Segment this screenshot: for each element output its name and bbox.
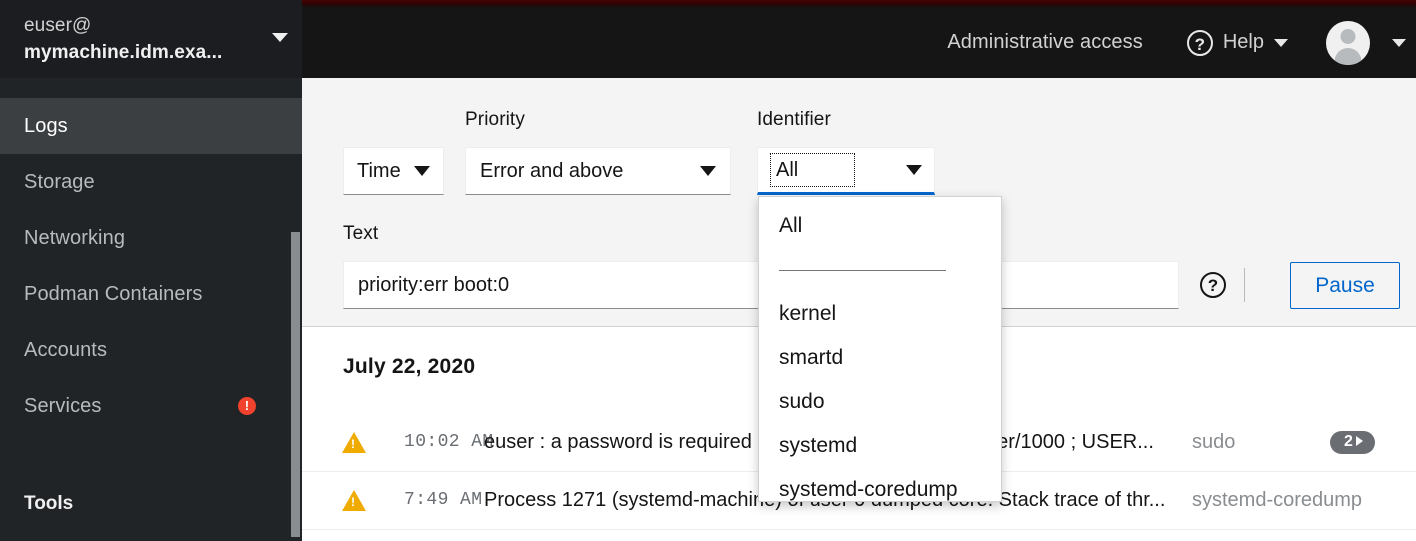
cockpit-app: euser@ mymachine.idm.exa... Overview Log… [0,0,1416,541]
pause-button[interactable]: Pause [1290,262,1400,309]
sidebar-item-label: Storage [24,170,95,193]
identifier-select-value: All [770,153,856,187]
identifier-select[interactable]: All [757,147,935,195]
menu-divider [779,270,946,271]
caret-down-icon [414,166,430,176]
identifier-option-systemd-coredump[interactable]: systemd-coredump [759,468,1001,501]
log-identifier: systemd-coredump [1192,488,1363,511]
help-label: Help [1222,31,1264,53]
user-menu-chevron-down-icon[interactable] [1392,38,1406,47]
user-avatar-icon[interactable] [1326,20,1370,65]
administrative-access-button[interactable]: Administrative access [947,31,1143,54]
sidebar-item-label: Networking [24,226,126,249]
sidebar-item-label: Accounts [24,338,108,361]
priority-field-label: Priority [465,109,525,130]
identifier-option-all[interactable]: All [759,204,1001,248]
log-time: 10:02 AM [404,432,494,452]
log-time: 7:49 AM [404,490,483,510]
warning-triangle-icon [342,431,366,453]
time-select[interactable]: Time [343,147,444,195]
sidebar-nav: Overview Logs Storage Networking Podman … [0,60,302,541]
sidebar-item-networking[interactable]: Networking [0,210,302,266]
sidebar-item-services[interactable]: Services ! [0,378,302,434]
log-date-heading: July 22, 2020 [343,355,476,378]
chevron-down-icon [272,33,288,42]
identifier-field-label: Identifier [757,109,831,130]
text-field-label: Text [343,223,379,244]
top-header: Administrative access ? Help [302,0,1416,78]
chevron-down-icon [1274,38,1288,47]
sidebar: euser@ mymachine.idm.exa... Overview Log… [0,0,302,541]
log-count-badge[interactable]: 2 [1330,430,1375,454]
identifier-option-systemd[interactable]: systemd [759,424,1001,468]
host-selector[interactable]: euser@ mymachine.idm.exa... [0,0,302,78]
sidebar-heading-tools: Tools [24,493,74,514]
host-user: euser@ [24,14,92,36]
log-identifier: sudo [1192,430,1236,453]
priority-select[interactable]: Error and above [465,147,731,195]
identifier-option-kernel[interactable]: kernel [759,292,1001,336]
sidebar-item-storage[interactable]: Storage [0,154,302,210]
sidebar-item-accounts[interactable]: Accounts [0,322,302,378]
time-select-value: Time [357,159,401,182]
sidebar-scrollbar[interactable] [291,232,300,537]
header-actions: Administrative access ? Help [947,7,1416,78]
identifier-option-smartd[interactable]: smartd [759,336,1001,380]
sidebar-item-podman-containers[interactable]: Podman Containers [0,266,302,322]
caret-right-icon [1355,436,1363,447]
warning-triangle-icon [342,489,366,511]
sidebar-item-label: Services [24,394,102,417]
sidebar-item-label: Podman Containers [24,282,203,305]
identifier-option-sudo[interactable]: sudo [759,380,1001,424]
header-accent-bar [302,0,1416,7]
question-circle-icon: ? [1186,29,1213,56]
caret-down-icon [906,165,922,175]
host-machine: mymachine.idm.exa... [24,41,223,63]
priority-select-value: Error and above [480,159,624,182]
sidebar-item-logs[interactable]: Logs [0,98,302,154]
sidebar-item-label: Logs [24,114,68,137]
caret-down-icon [700,166,716,176]
identifier-dropdown-menu[interactable]: All kernel smartd sudo systemd systemd-c… [758,196,1002,502]
filter-help-icon[interactable]: ? [1200,272,1226,298]
log-count-value: 2 [1344,432,1353,450]
error-badge-icon: ! [238,397,256,415]
help-menu-button[interactable]: ? Help [1186,29,1288,56]
toolbar-divider [1244,268,1245,302]
